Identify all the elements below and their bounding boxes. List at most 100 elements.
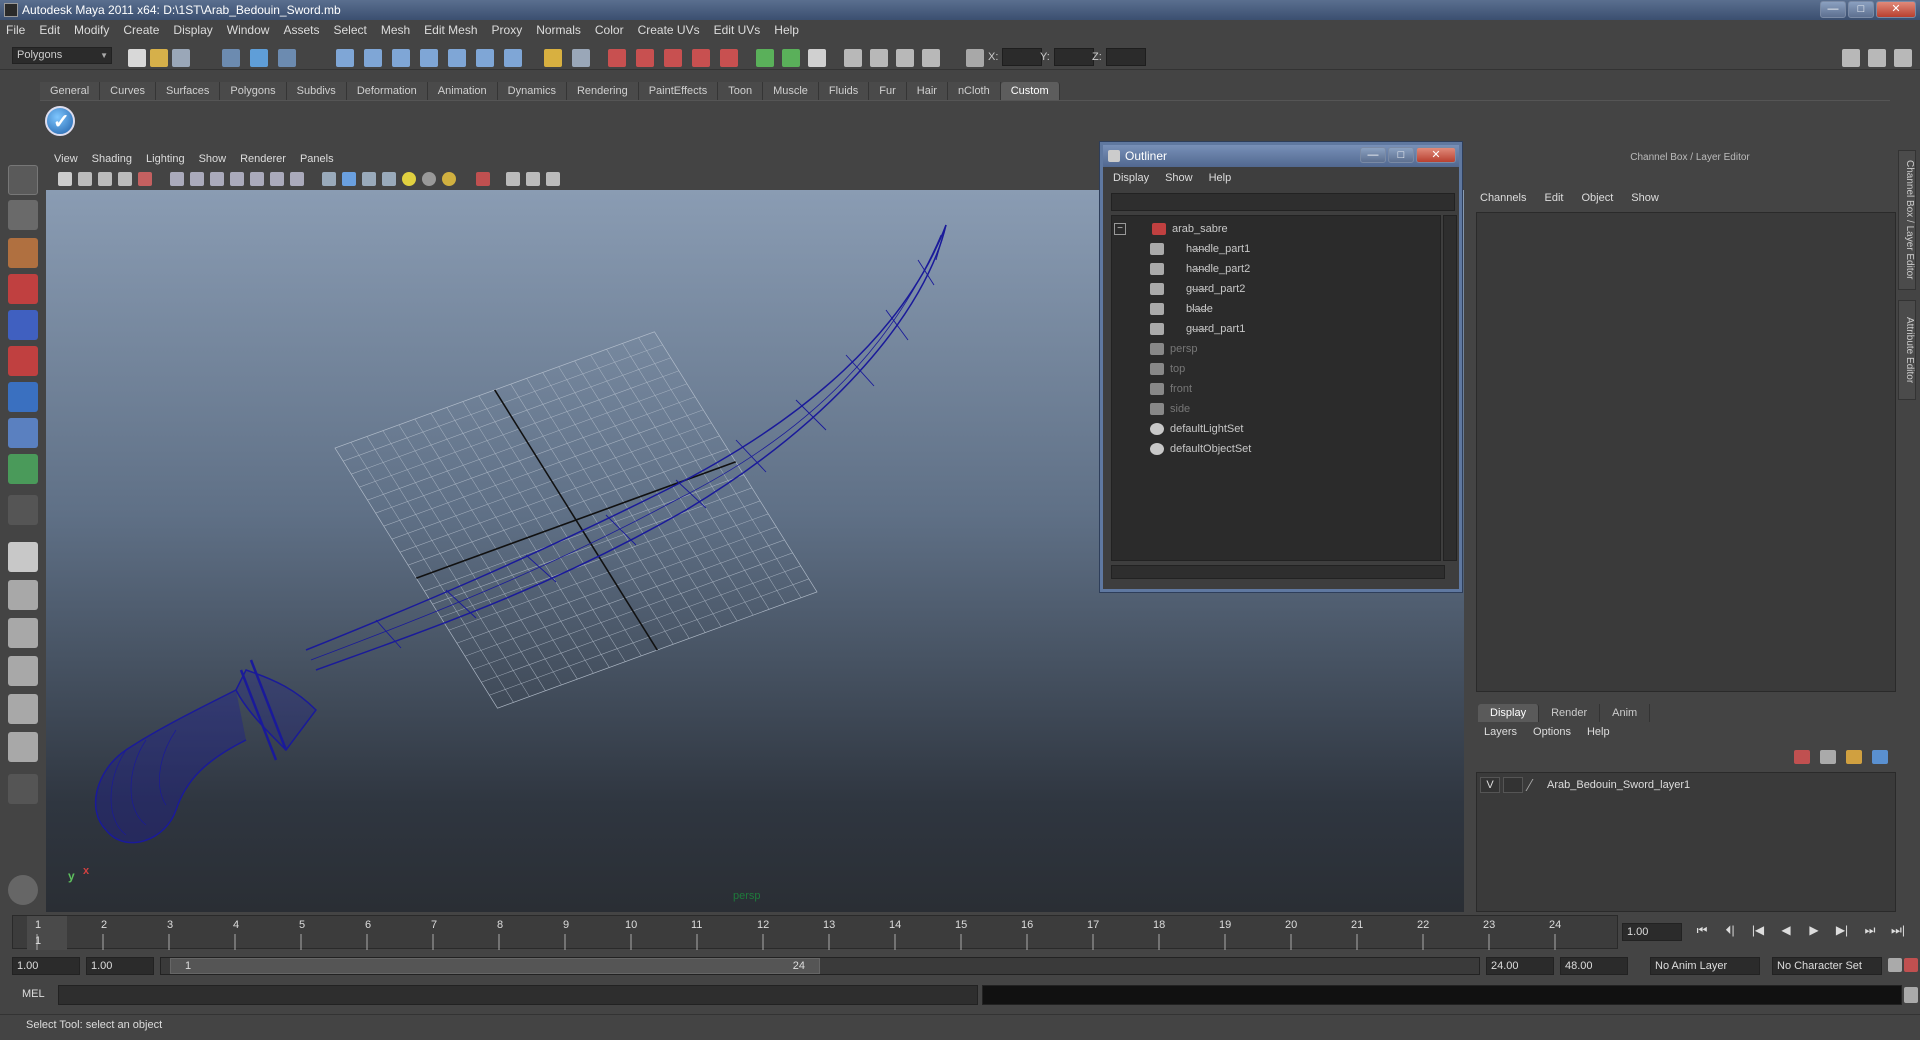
viewport-menu-renderer[interactable]: Renderer bbox=[240, 153, 286, 165]
tree-item-side[interactable]: side bbox=[1150, 400, 1190, 418]
high-quality-icon[interactable] bbox=[442, 172, 456, 186]
select-by-component-icon[interactable] bbox=[278, 49, 296, 67]
x-field[interactable] bbox=[1002, 48, 1042, 66]
soft-modification-icon[interactable] bbox=[8, 418, 38, 448]
universal-manipulator-icon[interactable] bbox=[8, 382, 38, 412]
collapse-toggle-icon[interactable]: − bbox=[1114, 223, 1126, 235]
current-frame-field[interactable]: 1.00 bbox=[1622, 923, 1682, 941]
layer-color-swatch-icon[interactable] bbox=[1525, 779, 1545, 791]
toolbox-more-icon[interactable] bbox=[8, 774, 38, 804]
outliner-minimize-button[interactable]: — bbox=[1360, 147, 1386, 163]
range-slider-handle[interactable]: 1 24 bbox=[170, 958, 820, 974]
layer-menu-help[interactable]: Help bbox=[1587, 726, 1610, 742]
tab-attribute-editor[interactable]: Attribute Editor bbox=[1898, 300, 1916, 400]
select-joints-icon[interactable] bbox=[364, 49, 382, 67]
go-to-end-button[interactable]: ⏭| bbox=[1888, 923, 1908, 938]
select-by-hierarchy-icon[interactable] bbox=[222, 49, 240, 67]
time-slider[interactable]: 1 2 3 4 5 6 7 8 9 10 11 12 13 14 15 16 1… bbox=[12, 915, 1618, 950]
go-to-start-button[interactable]: ⏮ bbox=[1692, 923, 1712, 938]
layer-move-up-icon[interactable] bbox=[1846, 750, 1862, 764]
shelf-tab-painteffects[interactable]: PaintEffects bbox=[638, 82, 719, 100]
field-chart-icon[interactable] bbox=[250, 172, 264, 186]
shelf-tab-custom[interactable]: Custom bbox=[1000, 82, 1060, 100]
layer-tab-anim[interactable]: Anim bbox=[1600, 704, 1651, 722]
y-field[interactable] bbox=[1054, 48, 1094, 66]
film-gate-icon[interactable] bbox=[190, 172, 204, 186]
channel-box-menu-edit[interactable]: Edit bbox=[1544, 192, 1563, 208]
shelf-tab-rendering[interactable]: Rendering bbox=[566, 82, 639, 100]
shelf-tab-animation[interactable]: Animation bbox=[427, 82, 498, 100]
save-scene-icon[interactable] bbox=[172, 49, 190, 67]
shelf-tab-fur[interactable]: Fur bbox=[869, 82, 907, 100]
step-back-frame-button[interactable]: |◀ bbox=[1748, 923, 1768, 938]
script-editor-icon[interactable] bbox=[1904, 987, 1918, 1003]
outliner-layout-icon[interactable] bbox=[8, 618, 38, 648]
layer-move-down-icon[interactable] bbox=[1872, 750, 1888, 764]
outliner-persp-layout-icon[interactable] bbox=[8, 732, 38, 762]
snap-to-plane-icon[interactable] bbox=[692, 49, 710, 67]
select-dynamics-icon[interactable] bbox=[476, 49, 494, 67]
tree-item-top[interactable]: top bbox=[1150, 360, 1185, 378]
animation-preferences-icon[interactable] bbox=[1904, 958, 1918, 972]
viewport-menu-view[interactable]: View bbox=[54, 153, 78, 165]
playback-start-field[interactable]: 1.00 bbox=[86, 957, 154, 975]
play-forwards-button[interactable]: ▶ bbox=[1804, 923, 1824, 938]
layer-menu-layers[interactable]: Layers bbox=[1484, 726, 1517, 742]
outliner-close-button[interactable]: ✕ bbox=[1416, 147, 1456, 163]
four-view-layout-icon[interactable] bbox=[8, 580, 38, 610]
construction-history-icon[interactable] bbox=[808, 49, 826, 67]
hotbox-icon[interactable] bbox=[8, 875, 38, 905]
menu-mesh[interactable]: Mesh bbox=[381, 23, 410, 37]
viewport-menu-shading[interactable]: Shading bbox=[92, 153, 132, 165]
render-view-icon[interactable] bbox=[844, 49, 862, 67]
resolution-gate-icon[interactable] bbox=[210, 172, 224, 186]
rotate-tool-icon[interactable] bbox=[8, 310, 38, 340]
paint-select-tool-icon[interactable] bbox=[8, 238, 38, 268]
gate-mask-icon[interactable] bbox=[230, 172, 244, 186]
outliner-title-bar[interactable]: Outliner — □ ✕ bbox=[1103, 145, 1459, 167]
lasso-tool-icon[interactable] bbox=[8, 200, 38, 230]
menu-edit[interactable]: Edit bbox=[39, 23, 60, 37]
smooth-shading-icon[interactable] bbox=[342, 172, 356, 186]
grid-toggle-icon[interactable] bbox=[170, 172, 184, 186]
menu-create-uvs[interactable]: Create UVs bbox=[638, 23, 700, 37]
shelf-tab-deformation[interactable]: Deformation bbox=[346, 82, 428, 100]
xray-icon[interactable] bbox=[506, 172, 520, 186]
viewport-menu-panels[interactable]: Panels bbox=[300, 153, 334, 165]
menu-edit-mesh[interactable]: Edit Mesh bbox=[424, 23, 477, 37]
snap-to-grid-icon[interactable] bbox=[608, 49, 626, 67]
single-perspective-layout-icon[interactable] bbox=[8, 542, 38, 572]
channel-box-menu-channels[interactable]: Channels bbox=[1480, 192, 1526, 208]
wireframe-on-shaded-icon[interactable] bbox=[362, 172, 376, 186]
outliner-menu-help[interactable]: Help bbox=[1209, 172, 1232, 190]
isolate-select-icon[interactable] bbox=[476, 172, 490, 186]
backface-culling-icon[interactable] bbox=[546, 172, 560, 186]
key-icon[interactable] bbox=[1888, 958, 1902, 972]
shelf-tab-curves[interactable]: Curves bbox=[100, 82, 156, 100]
maximize-button[interactable]: □ bbox=[1848, 1, 1874, 18]
menu-file[interactable]: File bbox=[6, 23, 25, 37]
layer-visibility-toggle[interactable]: V bbox=[1480, 777, 1500, 793]
menu-select[interactable]: Select bbox=[333, 23, 366, 37]
grease-pencil-icon[interactable] bbox=[138, 172, 152, 186]
channel-box-menu-object[interactable]: Object bbox=[1581, 192, 1613, 208]
menu-proxy[interactable]: Proxy bbox=[492, 23, 523, 37]
safe-action-icon[interactable] bbox=[270, 172, 284, 186]
menu-color[interactable]: Color bbox=[595, 23, 624, 37]
step-back-key-button[interactable]: ⏴| bbox=[1720, 923, 1740, 938]
layer-tab-render[interactable]: Render bbox=[1539, 704, 1601, 722]
select-by-object-icon[interactable] bbox=[250, 49, 268, 67]
tree-item-arab-sabre[interactable]: − arab_sabre bbox=[1114, 220, 1228, 238]
shelf-tab-subdivs[interactable]: Subdivs bbox=[286, 82, 347, 100]
select-surfaces-icon[interactable] bbox=[420, 49, 438, 67]
menu-edit-uvs[interactable]: Edit UVs bbox=[714, 23, 761, 37]
show-manipulator-icon[interactable] bbox=[8, 454, 38, 484]
lock-selection-icon[interactable] bbox=[544, 49, 562, 67]
select-deformations-icon[interactable] bbox=[448, 49, 466, 67]
textured-icon[interactable] bbox=[382, 172, 396, 186]
bookmarks-icon[interactable] bbox=[98, 172, 112, 186]
play-backwards-button[interactable]: ◀ bbox=[1776, 923, 1796, 938]
command-input[interactable] bbox=[58, 985, 978, 1005]
animation-end-field[interactable]: 48.00 bbox=[1560, 957, 1628, 975]
wireframe-shading-icon[interactable] bbox=[322, 172, 336, 186]
